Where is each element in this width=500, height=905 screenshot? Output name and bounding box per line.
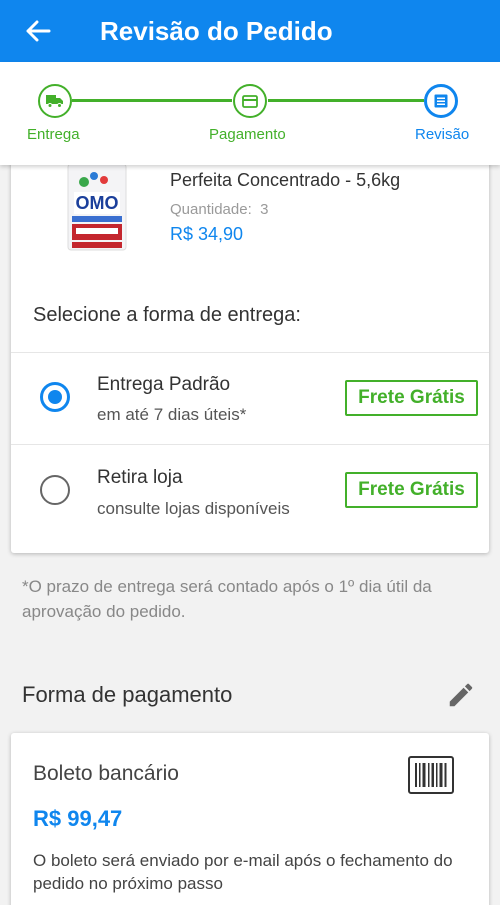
option-subtitle: consulte lojas disponíveis bbox=[97, 499, 290, 518]
product-image: OMO bbox=[67, 163, 127, 251]
divider bbox=[11, 444, 489, 445]
product-quantity: Quantidade: 3 bbox=[170, 201, 268, 218]
brand-logo: OMO bbox=[76, 193, 119, 213]
delivery-section-title: Selecione a forma de entrega: bbox=[33, 304, 301, 326]
step-revisao[interactable] bbox=[424, 84, 458, 118]
product-price: R$ 34,90 bbox=[170, 224, 244, 244]
payment-section-title: Forma de pagamento bbox=[22, 682, 233, 707]
step-connector bbox=[72, 99, 232, 102]
option-title: Retira loja bbox=[97, 467, 183, 488]
step-label-entrega: Entrega bbox=[27, 126, 80, 143]
step-label-revisao: Revisão bbox=[415, 126, 470, 143]
free-shipping-badge: Frete Grátis bbox=[345, 472, 478, 508]
barcode-icon bbox=[408, 756, 454, 794]
step-connector bbox=[268, 99, 424, 102]
payment-total: R$ 99,47 bbox=[33, 806, 123, 831]
delivery-card: OMO Perfeita Concentrado - 5,6kg Quantid… bbox=[11, 130, 489, 553]
card-icon bbox=[242, 94, 258, 108]
edit-pencil-icon[interactable] bbox=[446, 680, 476, 710]
step-pagamento[interactable] bbox=[233, 84, 267, 118]
radio-standard[interactable] bbox=[40, 382, 70, 412]
product-name: Perfeita Concentrado - 5,6kg bbox=[170, 170, 401, 190]
payment-description: O boleto será enviado por e-mail após o … bbox=[33, 851, 453, 893]
payment-card: Boleto bancário R$ 99,47 O boleto será e… bbox=[11, 733, 489, 905]
back-button[interactable] bbox=[20, 13, 56, 49]
page-title: Revisão do Pedido bbox=[100, 15, 333, 46]
checkout-stepper: Entrega Pagamento Revisão bbox=[0, 62, 500, 165]
free-shipping-badge: Frete Grátis bbox=[345, 380, 478, 416]
app-bar: Revisão do Pedido bbox=[0, 0, 500, 62]
radio-pickup[interactable] bbox=[40, 475, 70, 505]
arrow-left-icon bbox=[26, 20, 51, 42]
quantity-value: 3 bbox=[260, 201, 269, 218]
payment-method: Boleto bancário bbox=[33, 762, 179, 785]
option-subtitle: em até 7 dias úteis* bbox=[97, 405, 247, 424]
divider bbox=[11, 352, 489, 353]
truck-icon bbox=[46, 95, 63, 108]
step-entrega[interactable] bbox=[38, 84, 72, 118]
delivery-note: *O prazo de entrega será contado após o … bbox=[22, 577, 432, 621]
step-label-pagamento: Pagamento bbox=[209, 126, 286, 143]
option-title: Entrega Padrão bbox=[97, 374, 231, 395]
quantity-label: Quantidade: bbox=[170, 201, 252, 218]
list-icon bbox=[434, 94, 448, 108]
